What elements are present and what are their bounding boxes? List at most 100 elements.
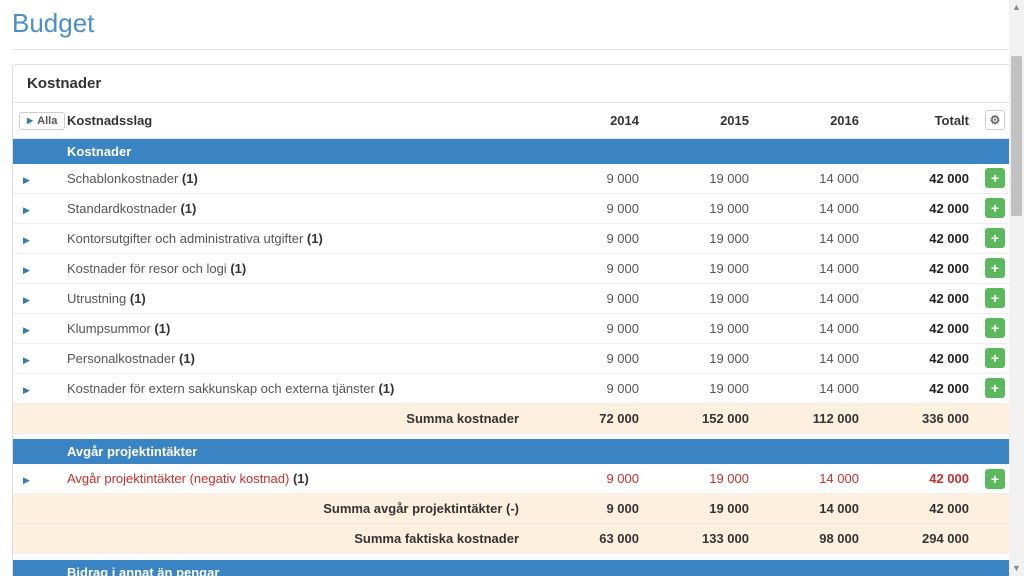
row-count: (1) [307, 231, 323, 246]
add-row-button[interactable]: + [985, 378, 1005, 398]
scroll-up-icon[interactable]: ▲ [1009, 0, 1024, 15]
divider [12, 49, 1012, 50]
table-row: ▶Klumpsummor (1)9 00019 00014 00042 000+ [13, 313, 1011, 343]
cell-y1: 9 000 [539, 253, 649, 283]
cell-y3: 14 000 [759, 313, 869, 343]
add-row-button[interactable]: + [985, 168, 1005, 188]
row-count: (1) [130, 291, 146, 306]
cell-y2: 19 000 [649, 283, 759, 313]
cell-total: 42 000 [869, 193, 979, 223]
add-row-button[interactable]: + [985, 228, 1005, 248]
section-header: Avgår projektintäkter [13, 439, 1011, 464]
table-row: ▶Personalkostnader (1)9 00019 00014 0004… [13, 343, 1011, 373]
table-row: ▶ Utrustning (1)9 00019 00014 00042 000 + [13, 283, 1011, 313]
row-name: Kontorsutgifter och administrativa utgif… [57, 223, 539, 253]
cell-y3: 14 000 [759, 343, 869, 373]
table-row: ▶ Kostnader för extern sakkunskap och ext… [13, 373, 1011, 403]
table-row: ▶Schablonkostnader (1)9 00019 00014 0004… [13, 164, 1011, 194]
caret-right-icon[interactable]: ▶ [23, 235, 30, 245]
section-title: Avgår projektintäkter [57, 439, 539, 464]
summary-total: 294 000 [869, 524, 979, 554]
add-row-button[interactable]: + [985, 258, 1005, 278]
cell-y2: 19 000 [649, 343, 759, 373]
summary-cell: 133 000 [649, 524, 759, 554]
table-header-row: ▶ Alla Kostnadsslag 2014 2015 2016 Total… [13, 103, 1011, 138]
cell-y1: 9 000 [539, 223, 649, 253]
summary-cell: 9 000 [539, 494, 649, 524]
caret-right-icon[interactable]: ▶ [23, 175, 30, 185]
expand-all-button[interactable]: ▶ Alla [19, 112, 65, 130]
cell-total: 42 000 [869, 253, 979, 283]
cell-y3: 14 000 [759, 253, 869, 283]
caret-right-icon[interactable]: ▶ [23, 205, 30, 215]
caret-right-icon[interactable]: ▶ [23, 385, 30, 395]
table-row: ▶Standardkostnader (1)9 00019 00014 0004… [13, 193, 1011, 223]
col-header-year-2: 2016 [759, 103, 869, 138]
cell-y1: 9 000 [539, 313, 649, 343]
col-header-total: Totalt [869, 103, 979, 138]
summary-label: Summa avgår projektintäkter (-) [57, 494, 539, 524]
cell-y1: 9 000 [539, 283, 649, 313]
caret-right-icon[interactable]: ▶ [23, 355, 30, 365]
gear-icon[interactable]: ⚙ [985, 110, 1005, 130]
cell-y3: 14 000 [759, 464, 869, 494]
row-count: (1) [378, 381, 394, 396]
scroll-down-icon[interactable]: ▼ [1009, 561, 1024, 576]
summary-label: Summa kostnader [57, 403, 539, 433]
summary-cell: 63 000 [539, 524, 649, 554]
vertical-scrollbar[interactable]: ▲ ▼ [1009, 0, 1024, 576]
row-name: Schablonkostnader (1) [57, 164, 539, 194]
cell-y3: 14 000 [759, 373, 869, 403]
summary-cell: 72 000 [539, 403, 649, 433]
row-name: Personalkostnader (1) [57, 343, 539, 373]
cell-y2: 19 000 [649, 193, 759, 223]
table-row: ▶Avgår projektintäkter (negativ kostnad)… [13, 464, 1011, 494]
expand-all-label: Alla [37, 115, 57, 127]
cell-total: 42 000 [869, 313, 979, 343]
summary-cell: 14 000 [759, 494, 869, 524]
add-row-button[interactable]: + [985, 198, 1005, 218]
col-header-year-0: 2014 [539, 103, 649, 138]
cell-y1: 9 000 [539, 164, 649, 194]
summary-cell: 98 000 [759, 524, 869, 554]
section-header: Bidrag i annat än pengar [13, 560, 1011, 576]
summary-row: Summa avgår projektintäkter (-)9 00019 0… [13, 494, 1011, 524]
caret-right-icon[interactable]: ▶ [23, 475, 30, 485]
row-name: Klumpsummor (1) [57, 313, 539, 343]
row-count: (1) [230, 261, 246, 276]
add-row-button[interactable]: + [985, 288, 1005, 308]
row-count: (1) [179, 351, 195, 366]
cell-total: 42 000 [869, 283, 979, 313]
budget-table: ▶ Alla Kostnadsslag 2014 2015 2016 Total… [13, 103, 1011, 576]
scroll-thumb[interactable] [1011, 56, 1022, 216]
costs-panel: Kostnader ▶ Alla Kostnadsslag 2 [12, 64, 1012, 576]
row-name: Utrustning (1) [57, 283, 539, 313]
row-count: (1) [180, 201, 196, 216]
cell-y3: 14 000 [759, 223, 869, 253]
caret-right-icon: ▶ [27, 116, 33, 125]
cell-y3: 14 000 [759, 164, 869, 194]
cell-total: 42 000 [869, 223, 979, 253]
section-header: Kostnader [13, 138, 1011, 164]
add-row-button[interactable]: + [985, 469, 1005, 489]
caret-right-icon[interactable]: ▶ [23, 295, 30, 305]
caret-right-icon[interactable]: ▶ [23, 265, 30, 275]
panel-heading: Kostnader [13, 65, 1011, 103]
add-row-button[interactable]: + [985, 348, 1005, 368]
row-name: Kostnader för extern sakkunskap och exte… [57, 373, 539, 403]
col-header-year-1: 2015 [649, 103, 759, 138]
page-title: Budget [12, 0, 1012, 43]
add-row-button[interactable]: + [985, 318, 1005, 338]
cell-y2: 19 000 [649, 373, 759, 403]
cell-y1: 9 000 [539, 343, 649, 373]
cell-y3: 14 000 [759, 283, 869, 313]
section-title: Bidrag i annat än pengar [57, 560, 539, 576]
summary-row: Summa faktiska kostnader63 000133 00098 … [13, 524, 1011, 554]
row-count: (1) [154, 321, 170, 336]
summary-cell: 19 000 [649, 494, 759, 524]
caret-right-icon[interactable]: ▶ [23, 325, 30, 335]
summary-label: Summa faktiska kostnader [57, 524, 539, 554]
summary-row: Summa kostnader72 000152 000112 000336 0… [13, 403, 1011, 433]
row-name: Standardkostnader (1) [57, 193, 539, 223]
summary-cell: 152 000 [649, 403, 759, 433]
